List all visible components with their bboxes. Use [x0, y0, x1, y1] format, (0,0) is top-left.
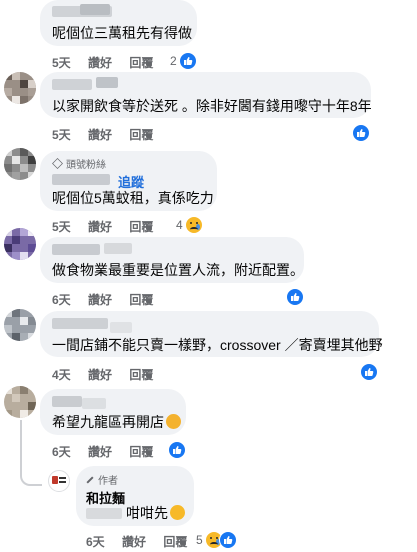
- reaction-summary[interactable]: [168, 441, 186, 459]
- author-badge: 作者: [86, 472, 118, 487]
- author-badge-label: 作者: [98, 476, 118, 487]
- reply-actions: 6天 讚好 回覆: [86, 533, 187, 550]
- text-blurred: [86, 508, 122, 519]
- like-icon: [286, 288, 304, 306]
- grinning-face-emoji-icon: [170, 505, 185, 520]
- top-fan-badge: 頭號粉絲: [52, 156, 106, 171]
- author-name-blurred[interactable]: [52, 79, 92, 90]
- avatar[interactable]: [4, 148, 36, 180]
- like-button[interactable]: 讚好: [88, 218, 112, 235]
- comment-text: 以家開飲食等於送死 。除非好閪有錢用嚟守十年8年: [52, 98, 372, 114]
- reply-button[interactable]: 回覆: [129, 126, 153, 143]
- author-name-blurred[interactable]: [52, 174, 110, 185]
- reply-button[interactable]: 回覆: [129, 366, 153, 383]
- reply-text-content: 咁咁先: [126, 505, 168, 521]
- comment-time[interactable]: 5天: [52, 218, 71, 235]
- like-button[interactable]: 讚好: [88, 443, 112, 460]
- flexed-arm-emoji-icon: [166, 414, 181, 429]
- badge-label: 頭號粉絲: [66, 160, 106, 171]
- author-name-blurred[interactable]: [82, 398, 106, 409]
- comment-actions: 6天 讚好 回覆: [52, 443, 153, 460]
- author-name-blurred[interactable]: [52, 318, 108, 329]
- reaction-count: 5: [196, 533, 203, 547]
- reaction-summary[interactable]: 2: [170, 52, 197, 70]
- comment-time[interactable]: 6天: [52, 291, 71, 308]
- comment-actions: 5天 讚好 回覆: [52, 218, 153, 235]
- comment-time[interactable]: 5天: [52, 54, 71, 71]
- comment-time[interactable]: 4天: [52, 366, 71, 383]
- like-icon: [178, 52, 197, 70]
- like-button[interactable]: 讚好: [88, 54, 112, 71]
- comment-time[interactable]: 5天: [52, 126, 71, 143]
- reply-button[interactable]: 回覆: [129, 218, 153, 235]
- comment-text: 呢個位三萬租先有得做: [52, 25, 192, 41]
- comment-text: 做食物業最重要是位置人流，附近配置。: [52, 262, 304, 278]
- like-icon: [168, 441, 186, 459]
- reaction-summary[interactable]: [352, 124, 370, 142]
- author-name-blurred[interactable]: [104, 243, 132, 254]
- like-button[interactable]: 讚好: [88, 291, 112, 308]
- reply-text: 咁咁先: [126, 504, 185, 522]
- like-icon: [218, 531, 237, 549]
- avatar[interactable]: [4, 309, 36, 341]
- avatar[interactable]: [4, 386, 36, 418]
- author-name-blurred[interactable]: [110, 322, 132, 333]
- author-name-blurred[interactable]: [52, 244, 100, 255]
- reply-button[interactable]: 回覆: [163, 533, 187, 550]
- reaction-count: 4: [176, 218, 183, 232]
- comment-text: 希望九龍區再開店: [52, 413, 181, 431]
- reply-time[interactable]: 6天: [86, 533, 105, 550]
- sad-icon: [184, 216, 203, 234]
- reply-author-name[interactable]: 和拉麵: [86, 488, 125, 507]
- pencil-icon: [86, 476, 94, 484]
- author-name-blurred[interactable]: [96, 77, 118, 88]
- reply-button[interactable]: 回覆: [129, 54, 153, 71]
- comment-time[interactable]: 6天: [52, 443, 71, 460]
- reaction-count: 2: [170, 54, 177, 68]
- comment-text: 一間店鋪不能只賣一樣野，crossover ／寄賣埋其他野: [52, 337, 383, 353]
- like-button[interactable]: 讚好: [88, 126, 112, 143]
- comment-actions: 5天 讚好 回覆: [52, 54, 153, 71]
- page-avatar[interactable]: [48, 470, 70, 492]
- comment-text: 呢個位5萬蚊租，真係吃力: [52, 190, 214, 206]
- reaction-summary[interactable]: [286, 288, 304, 306]
- comment-actions: 4天 讚好 回覆: [52, 366, 153, 383]
- comment-actions: 6天 讚好 回覆: [52, 291, 153, 308]
- like-icon: [352, 124, 370, 142]
- reply-thread-line: [20, 420, 42, 486]
- avatar[interactable]: [4, 72, 36, 104]
- like-icon: [360, 363, 378, 381]
- author-name-blurred[interactable]: [80, 4, 110, 15]
- reaction-summary[interactable]: [360, 363, 378, 381]
- author-name-blurred[interactable]: [52, 396, 82, 407]
- comment-actions: 5天 讚好 回覆: [52, 126, 153, 143]
- like-button[interactable]: 讚好: [122, 533, 146, 550]
- reaction-summary[interactable]: 4: [176, 216, 203, 234]
- reply-button[interactable]: 回覆: [129, 291, 153, 308]
- diamond-icon: [52, 158, 63, 169]
- comment-text-content: 希望九龍區再開店: [52, 414, 164, 430]
- reaction-summary[interactable]: 5: [196, 531, 237, 549]
- like-button[interactable]: 讚好: [88, 366, 112, 383]
- reply-button[interactable]: 回覆: [129, 443, 153, 460]
- avatar[interactable]: [4, 228, 36, 260]
